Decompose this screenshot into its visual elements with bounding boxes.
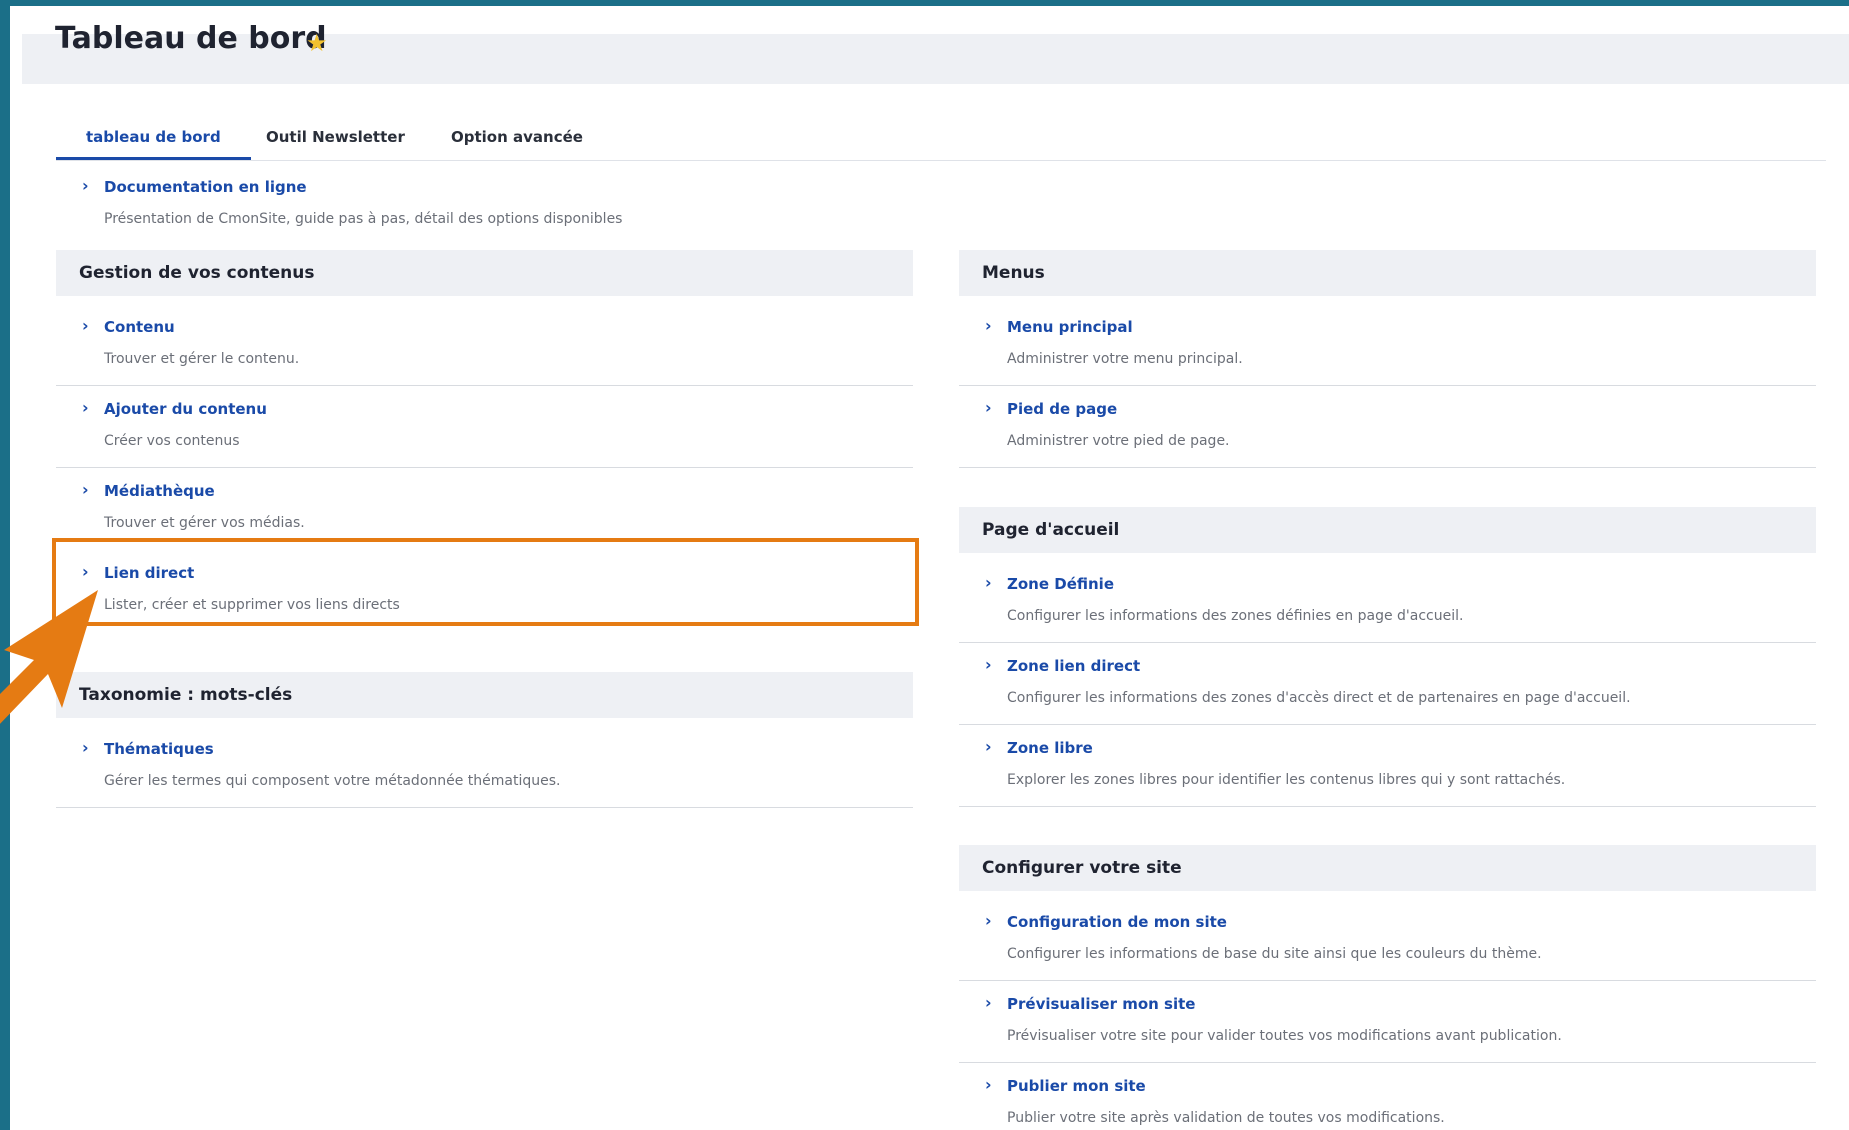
publier-description: Publier votre site après validation de t… [1007, 1110, 1445, 1126]
section-title-menus: Menus [959, 250, 1816, 296]
chevron-right-icon: › [985, 316, 992, 335]
menu-principal-description: Administrer votre menu principal. [1007, 351, 1243, 367]
list-item-pied-de-page[interactable]: › Pied de page Administrer votre pied de… [959, 386, 1816, 468]
zone-definie-link[interactable]: Zone Définie [1007, 575, 1114, 593]
menu-principal-link[interactable]: Menu principal [1007, 318, 1133, 336]
chevron-right-icon: › [985, 655, 992, 674]
mediatheque-link[interactable]: Médiathèque [104, 482, 215, 500]
list-item-thematiques[interactable]: › Thématiques Gérer les termes qui compo… [56, 726, 913, 808]
highlight-box [52, 538, 919, 626]
zone-lien-direct-description: Configurer les informations des zones d'… [1007, 690, 1631, 706]
chevron-right-icon: › [82, 316, 89, 335]
section-title-taxonomie: Taxonomie : mots-clés [56, 672, 913, 718]
publier-link[interactable]: Publier mon site [1007, 1077, 1146, 1095]
list-item-publier[interactable]: › Publier mon site Publier votre site ap… [959, 1063, 1816, 1130]
list-item-zone-libre[interactable]: › Zone libre Explorer les zones libres p… [959, 725, 1816, 807]
dashboard-page: Tableau de bord ★ tableau de bord Outil … [10, 6, 1849, 1130]
zone-definie-description: Configurer les informations des zones dé… [1007, 608, 1464, 624]
chevron-right-icon: › [82, 398, 89, 417]
list-item-menu-principal[interactable]: › Menu principal Administrer votre menu … [959, 304, 1816, 386]
intro-item: › Documentation en ligne Présentation de… [56, 164, 956, 228]
previsualiser-description: Prévisualiser votre site pour valider to… [1007, 1028, 1562, 1044]
section-title-configurer: Configurer votre site [959, 845, 1816, 891]
list-item-ajouter-contenu[interactable]: › Ajouter du contenu Créer vos contenus [56, 386, 913, 468]
thematiques-description: Gérer les termes qui composent votre mét… [104, 773, 561, 789]
zone-lien-direct-link[interactable]: Zone lien direct [1007, 657, 1140, 675]
chevron-right-icon: › [82, 738, 89, 757]
ajouter-contenu-description: Créer vos contenus [104, 433, 240, 449]
configuration-link[interactable]: Configuration de mon site [1007, 913, 1227, 931]
list-item-zone-definie[interactable]: › Zone Définie Configurer les informatio… [959, 561, 1816, 643]
chevron-right-icon: › [985, 1075, 992, 1094]
configuration-description: Configurer les informations de base du s… [1007, 946, 1542, 962]
intro-description: Présentation de CmonSite, guide pas à pa… [104, 211, 623, 227]
zone-libre-description: Explorer les zones libres pour identifie… [1007, 772, 1566, 788]
pied-de-page-description: Administrer votre pied de page. [1007, 433, 1230, 449]
list-item-zone-lien-direct[interactable]: › Zone lien direct Configurer les inform… [959, 643, 1816, 725]
chevron-right-icon: › [985, 993, 992, 1012]
chevron-right-icon: › [985, 911, 992, 930]
contenu-description: Trouver et gérer le contenu. [104, 351, 300, 367]
list-item-configuration[interactable]: › Configuration de mon site Configurer l… [959, 899, 1816, 981]
chevron-right-icon: › [985, 737, 992, 756]
pointer-arrow-icon [0, 590, 98, 724]
section-title-page-accueil: Page d'accueil [959, 507, 1816, 553]
section-title-contenus: Gestion de vos contenus [56, 250, 913, 296]
chevron-right-icon: › [82, 480, 89, 499]
list-item-previsualiser[interactable]: › Prévisualiser mon site Prévisualiser v… [959, 981, 1816, 1063]
chevron-right-icon: › [82, 176, 89, 195]
tab-outil-newsletter[interactable]: Outil Newsletter [236, 114, 435, 160]
previsualiser-link[interactable]: Prévisualiser mon site [1007, 995, 1195, 1013]
mediatheque-description: Trouver et gérer vos médias. [104, 515, 305, 531]
contenu-link[interactable]: Contenu [104, 318, 175, 336]
list-item-contenu[interactable]: › Contenu Trouver et gérer le contenu. [56, 304, 913, 386]
documentation-link[interactable]: Documentation en ligne [104, 178, 307, 196]
star-icon[interactable]: ★ [306, 30, 328, 56]
thematiques-link[interactable]: Thématiques [104, 740, 214, 758]
pied-de-page-link[interactable]: Pied de page [1007, 400, 1117, 418]
tab-option-avancee[interactable]: Option avancée [421, 114, 613, 160]
tab-bar: tableau de bord Outil Newsletter Option … [56, 114, 1826, 161]
chevron-right-icon: › [985, 573, 992, 592]
page-title: Tableau de bord [55, 21, 327, 56]
tab-tableau-de-bord[interactable]: tableau de bord [56, 114, 251, 160]
ajouter-contenu-link[interactable]: Ajouter du contenu [104, 400, 267, 418]
zone-libre-link[interactable]: Zone libre [1007, 739, 1093, 757]
chevron-right-icon: › [985, 398, 992, 417]
